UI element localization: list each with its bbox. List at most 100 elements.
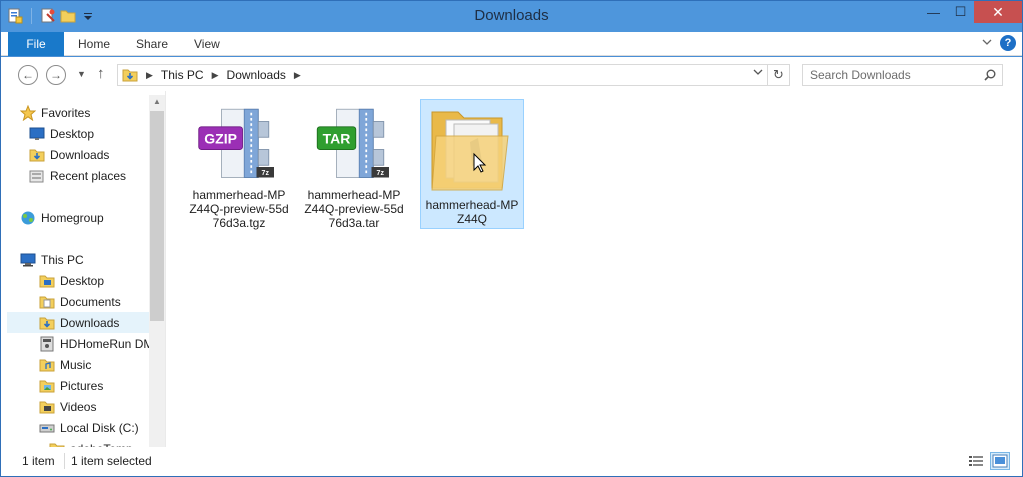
documents-icon [39, 296, 55, 308]
archive-badge-label: TAR [323, 130, 351, 146]
ribbon-tabs: File Home Share View ? [1, 32, 1022, 56]
sidebar-item-videos[interactable]: Videos [39, 396, 147, 417]
svg-text:7z: 7z [262, 170, 270, 177]
downloads-folder-icon [122, 67, 138, 83]
file-name: hammerhead-MPZ44Q-preview-55d76d3a.tgz [189, 188, 289, 230]
desktop-icon [39, 275, 55, 287]
breadcrumb-downloads[interactable]: Downloads [227, 68, 286, 82]
status-bar: 1 item 1 item selected [1, 447, 1022, 476]
sidebar-item-label: Recent places [50, 168, 127, 183]
videos-icon [39, 401, 55, 413]
sidebar-item-adobetemp[interactable]: adobeTemp [49, 438, 147, 447]
navigation-pane: Favorites Desktop Downloads Recent place… [7, 91, 149, 447]
sidebar-item-label: Homegroup [41, 210, 104, 225]
navigation-bar: ← → ▼ ↑ ▶ This PC ▶ Downloads ▶ ↻ [1, 57, 1022, 91]
search-input[interactable] [810, 68, 980, 82]
breadcrumb-separator-icon[interactable]: ▶ [146, 70, 153, 81]
file-item-tgz[interactable]: 7z GZIP hammerhead-MPZ44Q-preview-55d76d… [187, 101, 291, 231]
sidebar-item-label: Pictures [60, 378, 104, 393]
large-icons-view-button[interactable] [990, 452, 1010, 470]
breadcrumb-this-pc[interactable]: This PC [161, 68, 204, 82]
sidebar-item-label: Favorites [41, 105, 91, 120]
title-bar[interactable]: Downloads — ☐ ✕ [1, 1, 1022, 32]
address-bar[interactable]: ▶ This PC ▶ Downloads ▶ ↻ [117, 64, 790, 86]
scroll-up-icon[interactable]: ▲ [153, 97, 161, 106]
pane-divider[interactable] [165, 91, 166, 447]
sidebar-item-recent-places[interactable]: Recent places [29, 165, 147, 186]
explorer-window: Downloads — ☐ ✕ File Home Share View ? ←… [0, 0, 1023, 477]
sidebar-item-label: Desktop [60, 273, 105, 288]
sidebar-item-hdhomerun[interactable]: HDHomeRun DMR [39, 333, 149, 354]
tar-archive-icon: 7z TAR [316, 108, 389, 178]
sidebar-item-local-disk[interactable]: Local Disk (C:) [39, 417, 147, 438]
window-controls: — ☐ ✕ [920, 1, 1022, 23]
archive-badge-label: GZIP [204, 130, 237, 146]
sidebar-item-label: Downloads [60, 315, 120, 330]
star-icon [20, 104, 36, 121]
file-name: hammerhead-MPZ44Q-preview-55d76d3a.tar [304, 188, 404, 230]
sidebar-item-pictures[interactable]: Pictures [39, 375, 147, 396]
sidebar-item-label: Music [60, 357, 92, 372]
selection-count: 1 item selected [71, 454, 152, 468]
refresh-icon[interactable]: ↻ [767, 65, 789, 85]
breadcrumb-separator-icon[interactable]: ▶ [212, 70, 219, 81]
file-name: hammerhead-MPZ44Q [425, 198, 519, 226]
sidebar-item-label: This PC [41, 252, 84, 267]
sidebar-item-downloads[interactable]: Downloads [7, 312, 149, 333]
sidebar-item-favorites[interactable]: Favorites [7, 102, 147, 123]
tab-home[interactable]: Home [78, 32, 110, 56]
sidebar-item-pc-desktop[interactable]: Desktop [39, 270, 147, 291]
breadcrumb-separator-icon[interactable]: ▶ [294, 70, 301, 81]
desktop-icon [29, 127, 45, 140]
scrollbar-thumb[interactable] [150, 111, 164, 321]
sidebar-item-this-pc[interactable]: This PC [7, 249, 147, 270]
recent-places-icon [29, 170, 44, 182]
file-item-tar[interactable]: 7z TAR hammerhead-MPZ44Q-preview-55d76d3… [302, 101, 406, 231]
sidebar-item-label: Videos [60, 399, 97, 414]
sidebar-item-music[interactable]: Music [39, 354, 147, 375]
sidebar-item-homegroup[interactable]: Homegroup [7, 207, 147, 228]
tab-view[interactable]: View [194, 32, 220, 56]
homegroup-icon [21, 211, 35, 224]
expand-ribbon-icon[interactable] [982, 38, 992, 49]
search-box[interactable] [802, 64, 1003, 86]
address-dropdown-icon[interactable] [753, 68, 763, 79]
window-title: Downloads [474, 7, 549, 24]
computer-icon [20, 253, 36, 266]
item-count: 1 item [22, 454, 55, 468]
help-icon[interactable]: ? [1000, 35, 1016, 51]
large-icons-view-icon [992, 454, 1008, 468]
sidebar-item-label: Desktop [50, 126, 95, 141]
music-icon [39, 359, 55, 371]
content-area: Favorites Desktop Downloads Recent place… [1, 91, 1022, 447]
tab-file[interactable]: File [8, 32, 64, 56]
ribbon-controls: ? [982, 35, 1016, 51]
forward-button[interactable]: → [46, 65, 66, 85]
maximize-button[interactable]: ☐ [947, 1, 974, 23]
svg-text:7z: 7z [377, 170, 385, 177]
file-list: 7z GZIP hammerhead-MPZ44Q-preview-55d76d… [169, 91, 1022, 447]
sidebar-item-label: HDHomeRun DMR [60, 336, 149, 351]
details-view-icon [969, 456, 983, 466]
details-view-button[interactable] [966, 452, 986, 470]
back-button[interactable]: ← [18, 65, 38, 85]
pictures-icon [39, 380, 55, 392]
sidebar-item-documents[interactable]: Documents [39, 291, 147, 312]
minimize-button[interactable]: — [920, 1, 947, 23]
sidebar-item-label: Local Disk (C:) [60, 420, 139, 435]
sidebar-item-favorites-desktop[interactable]: Desktop [29, 123, 147, 144]
media-server-icon [40, 336, 54, 351]
sidebar-item-favorites-downloads[interactable]: Downloads [29, 144, 147, 165]
up-button[interactable]: ↑ [97, 65, 105, 82]
sidebar-item-label: Downloads [50, 147, 110, 162]
drive-icon [39, 424, 55, 432]
folder-icon [431, 111, 509, 191]
navigation-pane-scrollbar[interactable]: ▲ [149, 95, 165, 447]
tab-share[interactable]: Share [136, 32, 168, 56]
search-icon[interactable] [984, 69, 996, 81]
close-button[interactable]: ✕ [974, 1, 1022, 23]
downloads-icon [39, 317, 55, 329]
recent-locations-dropdown-icon[interactable]: ▼ [77, 69, 86, 79]
view-switcher [966, 452, 1010, 470]
file-item-folder[interactable]: hammerhead-MPZ44Q [420, 99, 524, 229]
